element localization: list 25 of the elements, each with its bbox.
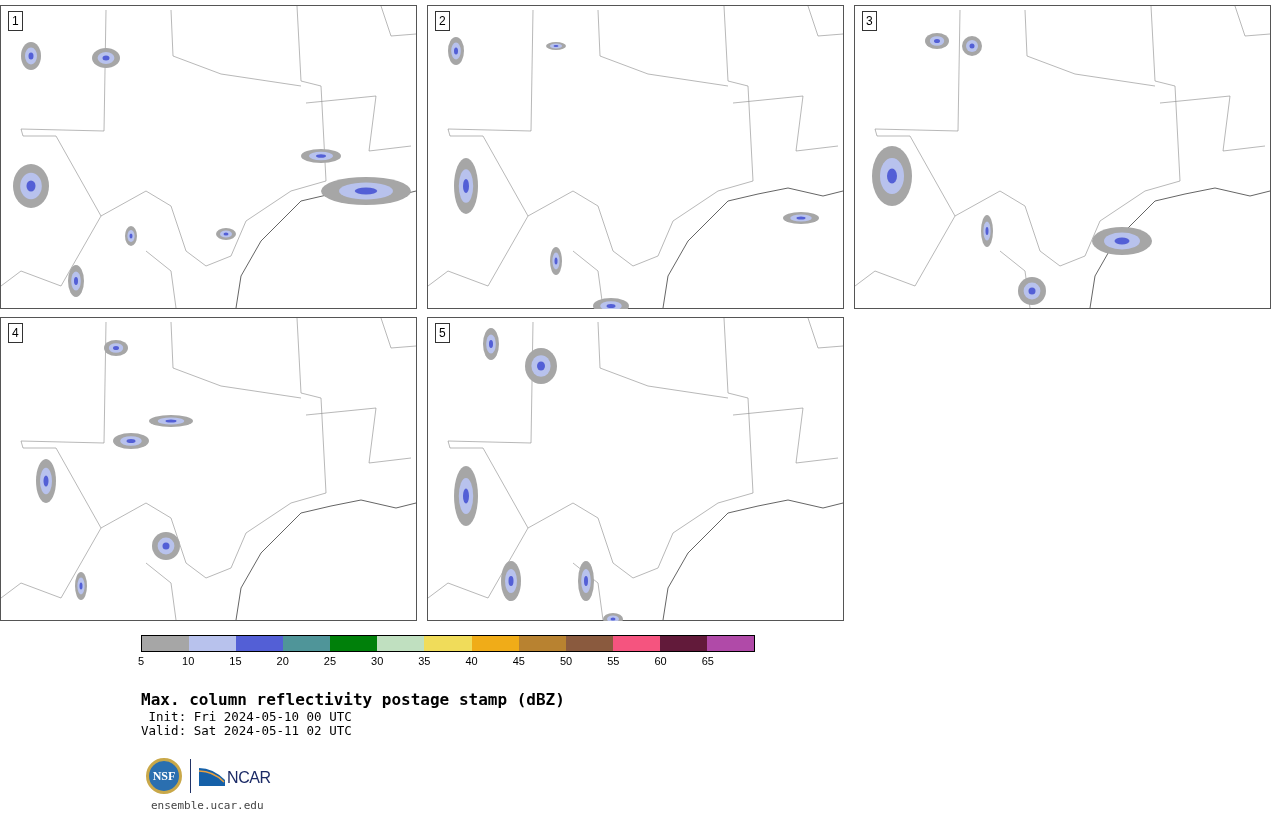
tick-label: 5 — [137, 655, 145, 667]
panel-number: 2 — [435, 11, 450, 31]
nsf-logo: NSF — [146, 758, 182, 794]
tick-label: 30 — [371, 655, 384, 667]
arc-logo-icon — [199, 766, 225, 786]
panel-number: 5 — [435, 323, 450, 343]
tick-label: 40 — [465, 655, 478, 667]
tick-label: 20 — [276, 655, 289, 667]
init-time: Init: Fri 2024-05-10 00 UTC — [147, 710, 353, 724]
panel-number: 3 — [862, 11, 877, 31]
tick-label: 50 — [559, 655, 573, 667]
tick-label: 15 — [229, 655, 242, 667]
ncar-logo-text: NCAR — [227, 770, 271, 786]
valid-time: Valid: Sat 2024-05-11 02 UTC — [141, 724, 353, 738]
tick-label: 45 — [512, 655, 525, 667]
panel-number: 1 — [8, 11, 23, 31]
tick-label: 60 — [654, 655, 667, 667]
tick-label: 35 — [418, 655, 431, 667]
chart-title: Max. column reflectivity postage stamp (dBZ) — [141, 690, 566, 710]
site-link[interactable]: ensemble.ucar.edu — [151, 798, 1280, 815]
panel-number: 4 — [8, 323, 23, 343]
tick-label: 10 — [182, 655, 195, 667]
tick-label: 25 — [323, 655, 337, 667]
tick-label: 65 — [701, 655, 714, 667]
tick-label: 55 — [607, 655, 620, 667]
